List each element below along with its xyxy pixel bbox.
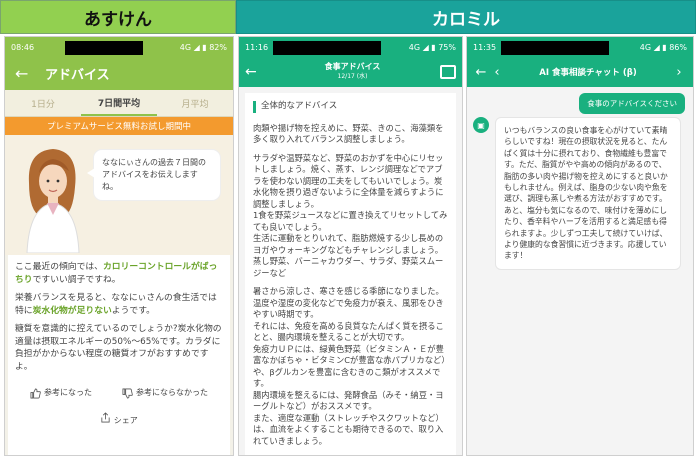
advisor-avatar-icon [26, 149, 80, 253]
page-title: AI 食事相談チャット (β) [539, 68, 637, 78]
header-karomiru: カロミル [236, 0, 696, 34]
thumbs-up-icon [30, 388, 41, 399]
advice-paragraph: 肉類や揚げ物を控えめに、野菜、きのこ、海藻類を多く取り入れてバランス調整しましょ… [253, 122, 444, 145]
page-title: アドバイス [45, 68, 110, 83]
bot-message: いつもバランスの良い食事を心がけていて素晴らしいですね！現在の摂取状況を見ると、… [495, 117, 681, 270]
calendar-icon[interactable] [440, 65, 456, 79]
advice-card: 全体的なアドバイス 肉類や揚げ物を控えめに、野菜、きのこ、海藻類を多く取り入れて… [245, 93, 456, 455]
helpful-button[interactable]: 参考になった [30, 387, 92, 400]
advice-paragraph: 暑さから涼しさ、寒さを感じる季節になりました。温度や湿度の変化などで免疫力が衰え… [253, 286, 446, 446]
chevron-left-icon[interactable]: ‹ [489, 65, 505, 80]
page-title: 食事アドバイス 12/17 (水) [265, 62, 440, 82]
advisor-scene: ななにぃさんの過去７日間のアドバイスをお伝えしますね。 [5, 135, 233, 255]
redaction-bar [501, 41, 609, 55]
app-bar: ← 食事アドバイス 12/17 (水) [239, 57, 462, 87]
karomiru-advice-screen: 11:16 4G ◢ ▮ 75% ← 食事アドバイス 12/17 (水) 全体的… [238, 36, 463, 456]
app-bar: ← アドバイス [5, 57, 233, 90]
redaction-bar [273, 41, 381, 55]
tab-7day-average[interactable]: 7日間平均 [81, 90, 157, 116]
speech-bubble: ななにぃさんの過去７日間のアドバイスをお伝えしますね。 [87, 149, 221, 201]
bot-avatar-icon: ▣ [473, 117, 489, 133]
advice-paragraph: 糖質を意識的に控えているのでしょうか?炭水化物の適量は摂取エネルギーの50%～6… [15, 324, 222, 372]
user-message: 食事のアドバイスください [579, 93, 685, 114]
advice-paragraph: 栄養バランスを見ると、ななにぃさんの食生活では特に炭水化物が足りないようです。 [15, 293, 217, 316]
header-asuken: あすけん [0, 0, 236, 34]
page-date: 12/17 (水) [337, 73, 368, 80]
period-tabs: 1日分 7日間平均 月平均 [5, 90, 233, 117]
share-button[interactable]: シェア [15, 411, 223, 428]
app-bar: ← ‹ AI 食事相談チャット (β) › [467, 57, 693, 87]
status-time: 11:16 [245, 42, 269, 52]
not-helpful-button[interactable]: 参考にならなかった [122, 387, 208, 400]
asuken-screen: 08:46 4G ◢ ▮ 82% ← アドバイス 1日分 7日間平均 月平均 プ… [4, 36, 234, 456]
tab-daily[interactable]: 1日分 [5, 90, 81, 116]
advice-paragraph: サラダや温野菜など、野菜のおかずを中心にリセットしましょう。焼く、蒸す、レンジ調… [253, 152, 448, 278]
advice-paragraph: ここ最近の傾向では、カロリーコントロールがばっちりですいい調子ですね。 [15, 262, 218, 285]
thumbs-down-icon [122, 388, 133, 399]
section-heading: 全体的なアドバイス [253, 101, 448, 113]
feedback-row: 参考になった 参考にならなかった [15, 387, 223, 400]
karomiru-chat-screen: 11:35 4G ◢ ▮ 86% ← ‹ AI 食事相談チャット (β) › 食… [466, 36, 694, 456]
back-arrow-icon[interactable]: ← [15, 64, 45, 83]
status-indicators: 4G ◢ ▮ 75% [408, 42, 456, 52]
header-asuken-label: あすけん [84, 9, 152, 30]
status-indicators: 4G ◢ ▮ 86% [639, 42, 687, 52]
back-arrow-icon[interactable]: ← [245, 64, 265, 80]
chevron-right-icon[interactable]: › [671, 65, 687, 80]
highlight-text: 炭水化物が足りない [32, 305, 112, 316]
status-indicators: 4G ◢ ▮ 82% [179, 42, 227, 52]
share-icon [101, 411, 110, 422]
back-arrow-icon[interactable]: ← [473, 65, 489, 80]
advice-card: ここ最近の傾向では、カロリーコントロールがばっちりですいい調子ですね。 栄養バラ… [8, 255, 230, 455]
redaction-bar [65, 41, 143, 55]
header-karomiru-label: カロミル [432, 9, 500, 30]
tab-monthly-average[interactable]: 月平均 [157, 90, 233, 116]
status-time: 08:46 [11, 42, 35, 52]
premium-banner[interactable]: プレミアムサービス無料お試し期間中 [5, 117, 233, 135]
status-time: 11:35 [473, 42, 497, 52]
